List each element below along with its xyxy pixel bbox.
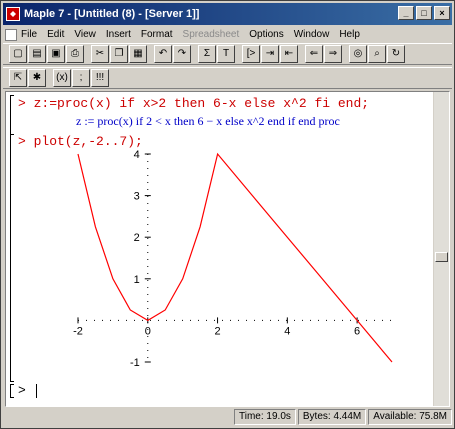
context-toolbar: ⇱ ✱ (x);!!! bbox=[3, 67, 452, 89]
y-tick-label: 3 bbox=[134, 191, 140, 203]
minimize-button[interactable]: _ bbox=[398, 6, 414, 20]
prompt-icon[interactable]: [> bbox=[242, 45, 260, 63]
indent-icon[interactable]: ⇥ bbox=[261, 45, 279, 63]
menu-help[interactable]: Help bbox=[339, 29, 360, 40]
status-available: Available: 75.8M bbox=[368, 409, 452, 425]
x-tick-label: 4 bbox=[284, 325, 290, 337]
window-title: Maple 7 - [Untitled (8) - [Server 1]] bbox=[24, 8, 200, 20]
text-icon[interactable]: T bbox=[217, 45, 235, 63]
cut-icon[interactable]: ✂ bbox=[91, 45, 109, 63]
menu-view[interactable]: View bbox=[74, 29, 96, 40]
execute-icon[interactable]: ⇱ bbox=[9, 69, 27, 87]
menu-insert[interactable]: Insert bbox=[106, 29, 131, 40]
sum-icon[interactable]: Σ bbox=[198, 45, 216, 63]
menu-window[interactable]: Window bbox=[294, 29, 330, 40]
y-tick-label: 4 bbox=[134, 150, 140, 161]
main-toolbar: ▢ ▤ ▣ ⎙ ✂ ❐ ▦ ↶ ↷ Σ T [> ⇥ ⇤ ⇐ ⇒ ◎ ⌕ ↻ bbox=[3, 43, 452, 65]
x-tick-label: 0 bbox=[145, 325, 151, 337]
group-bracket[interactable] bbox=[10, 134, 14, 382]
x-tick-label: 6 bbox=[354, 325, 360, 337]
status-bytes: Bytes: 4.44M bbox=[297, 409, 367, 425]
expression-icon[interactable]: (x) bbox=[53, 69, 71, 87]
y-tick-label: 2 bbox=[134, 232, 140, 244]
window-controls: _ □ × bbox=[398, 6, 450, 20]
undo-icon[interactable]: ↶ bbox=[154, 45, 172, 63]
zoom-icon[interactable]: ⌕ bbox=[368, 45, 386, 63]
menu-format[interactable]: Format bbox=[141, 29, 173, 40]
save-icon[interactable]: ▣ bbox=[47, 45, 65, 63]
group-bracket[interactable] bbox=[10, 95, 14, 135]
math-output: z := proc(x) if 2 < x then 6 − x else x^… bbox=[76, 114, 340, 128]
status-time: Time: 19.0s bbox=[234, 409, 296, 425]
menu-bar: File Edit View Insert Format Spreadsheet… bbox=[3, 26, 452, 43]
restart-icon[interactable]: ↻ bbox=[387, 45, 405, 63]
series-line bbox=[77, 152, 393, 363]
input-line[interactable]: > z:=proc(x) if x>2 then 6-x else x^2 fi… bbox=[18, 96, 369, 111]
execute-all-icon[interactable]: ✱ bbox=[28, 69, 46, 87]
menu-edit[interactable]: Edit bbox=[47, 29, 64, 40]
outdent-icon[interactable]: ⇤ bbox=[280, 45, 298, 63]
scrollbar-thumb[interactable] bbox=[435, 252, 448, 262]
document-icon[interactable] bbox=[5, 28, 17, 41]
maple-window: Maple 7 - [Untitled (8) - [Server 1]] _ … bbox=[0, 0, 455, 429]
execute-worksheet-icon[interactable]: !!! bbox=[91, 69, 109, 87]
y-tick-label: -1 bbox=[130, 357, 140, 369]
worksheet[interactable]: > z:=proc(x) if x>2 then 6-x else x^2 fi… bbox=[5, 91, 450, 407]
print-icon[interactable]: ⎙ bbox=[66, 45, 84, 63]
redo-icon[interactable]: ↷ bbox=[173, 45, 191, 63]
menu-options[interactable]: Options bbox=[249, 29, 283, 40]
back-icon[interactable]: ⇐ bbox=[305, 45, 323, 63]
group-bracket[interactable] bbox=[10, 384, 14, 398]
status-bar: Time: 19.0s Bytes: 4.44M Available: 75.8… bbox=[3, 408, 452, 426]
stop-icon[interactable]: ◎ bbox=[349, 45, 367, 63]
x-tick-label: -2 bbox=[73, 325, 83, 337]
menu-file[interactable]: File bbox=[21, 29, 37, 40]
close-button[interactable]: × bbox=[434, 6, 450, 20]
new-icon[interactable]: ▢ bbox=[9, 45, 27, 63]
y-tick-label: 1 bbox=[134, 274, 140, 286]
maximize-button[interactable]: □ bbox=[416, 6, 432, 20]
copy-icon[interactable]: ❐ bbox=[110, 45, 128, 63]
open-icon[interactable]: ▤ bbox=[28, 45, 46, 63]
paste-icon[interactable]: ▦ bbox=[129, 45, 147, 63]
function-plot[interactable]: -2 0 2 4 6 -1 1 2 3 4 bbox=[16, 150, 436, 380]
vertical-scrollbar[interactable] bbox=[433, 92, 449, 406]
x-tick-label: 2 bbox=[214, 325, 220, 337]
maple-app-icon[interactable] bbox=[6, 7, 20, 21]
colon-icon[interactable]: ; bbox=[72, 69, 90, 87]
title-bar[interactable]: Maple 7 - [Untitled (8) - [Server 1]] _ … bbox=[3, 3, 452, 25]
text-cursor bbox=[36, 384, 37, 398]
empty-input-line[interactable]: > bbox=[18, 383, 34, 398]
menu-spreadsheet[interactable]: Spreadsheet bbox=[183, 29, 240, 40]
plot-command[interactable]: > plot(z,-2..7); bbox=[18, 134, 143, 149]
forward-icon[interactable]: ⇒ bbox=[324, 45, 342, 63]
